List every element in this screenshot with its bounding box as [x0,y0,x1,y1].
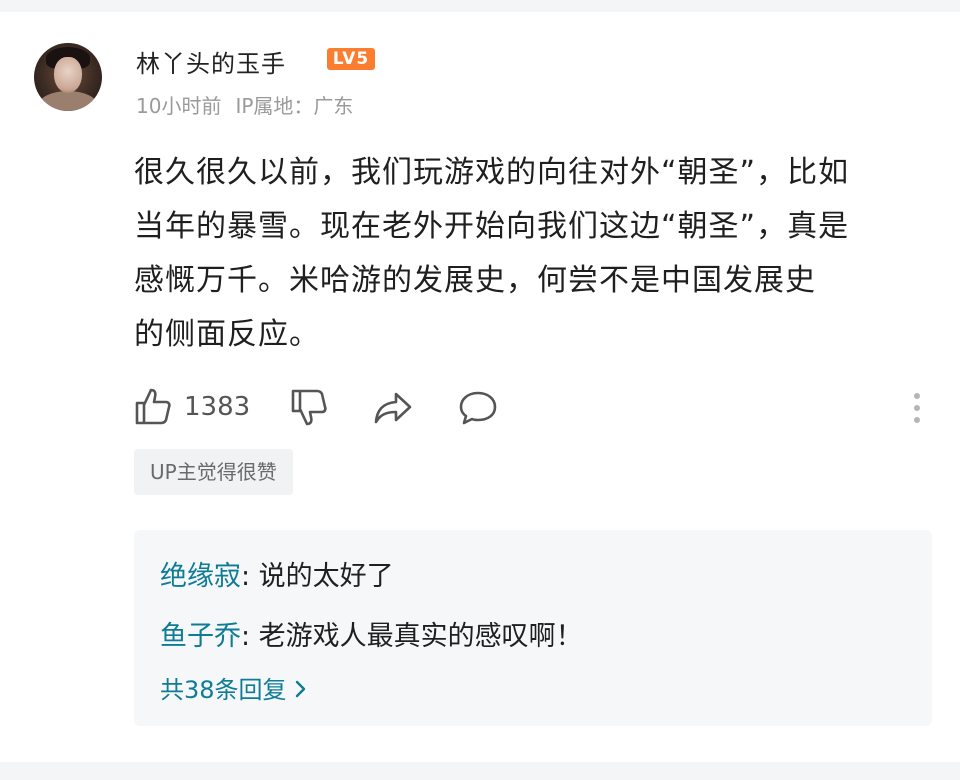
replies-preview[interactable]: 绝缘寂: 说的太好了 鱼子乔: 老游戏人最真实的感叹啊！ 共38条回复 [134,530,932,726]
reply-author[interactable]: 绝缘寂 [160,561,241,592]
reply-text: : 说的太好了 [241,561,394,592]
reply-item[interactable]: 鱼子乔: 老游戏人最真实的感叹啊！ [160,614,583,653]
comment-text-line: 的侧面反应。 [134,317,320,352]
comment-text: 很久很久以前，我们玩游戏的向往对外“朝圣”，比如 当年的暴雪。现在老外开始向我们… [134,146,934,362]
comment-meta: 10小时前 IP属地：广东 [136,90,353,119]
more-vertical-icon[interactable] [912,392,922,428]
bottom-divider [0,762,960,780]
thumbs-up-icon[interactable] [134,386,172,430]
comment-bubble-icon[interactable] [458,388,498,432]
comment-text-line: 感慨万千。米哈游的发展史，何尝不是中国发展史 [134,263,816,298]
comment-time: 10小时前 [136,94,222,118]
thumbs-down-icon[interactable] [290,388,328,432]
comment-text-line: 很久很久以前，我们玩游戏的向往对外“朝圣”，比如 [134,155,850,190]
username[interactable]: 林丫头的玉手 [136,44,286,79]
reply-text: : 老游戏人最真实的感叹啊！ [241,621,583,652]
avatar-face [54,57,82,93]
ip-location: IP属地：广东 [235,94,354,118]
level-badge: LV5 [327,48,375,70]
avatar-shoulder [38,91,98,111]
like-count: 1383 [184,392,251,422]
up-liked-tag: UP主觉得很赞 [134,449,293,495]
view-all-replies-label: 共38条回复 [160,676,287,704]
chevron-right-icon [295,677,307,705]
top-divider [0,0,960,12]
reply-author[interactable]: 鱼子乔 [160,621,241,652]
share-icon[interactable] [372,388,414,432]
avatar[interactable] [34,43,102,111]
reply-item[interactable]: 绝缘寂: 说的太好了 [160,554,394,593]
comment-actions: 1383 [134,386,934,430]
comment-text-line: 当年的暴雪。现在老外开始向我们这边“朝圣”，真是 [134,209,850,244]
view-all-replies-link[interactable]: 共38条回复 [160,670,307,705]
